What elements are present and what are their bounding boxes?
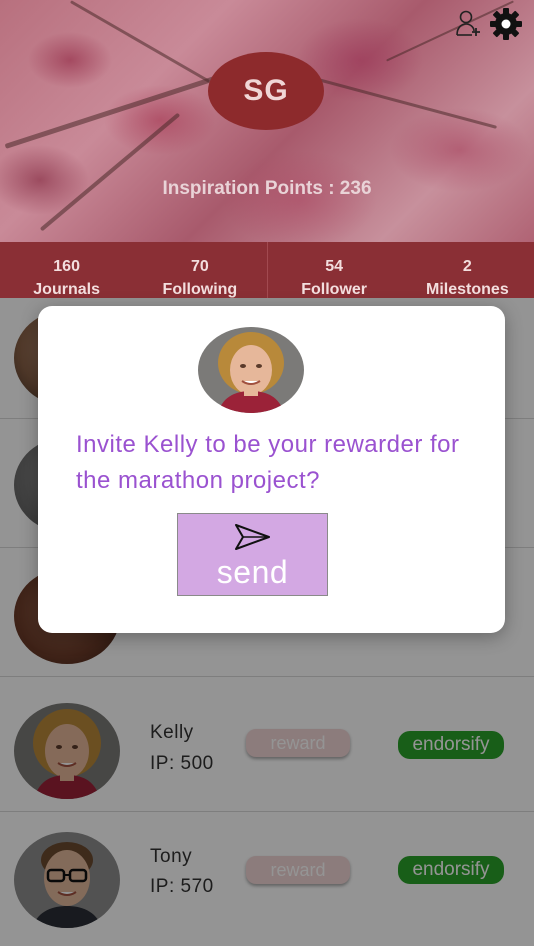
paper-plane-icon xyxy=(235,524,270,550)
stat-value: 70 xyxy=(190,258,209,275)
inspiration-points-label: Inspiration Points : 236 xyxy=(162,178,372,199)
stat-follower[interactable]: 54 Follower xyxy=(266,242,401,298)
invitee-avatar xyxy=(198,327,304,413)
invite-rewarder-dialog: Invite Kelly to be your rewarder for the… xyxy=(38,306,505,633)
stat-milestones[interactable]: 2 Milestones xyxy=(401,242,534,298)
stat-following[interactable]: 70 Following xyxy=(133,242,266,298)
invite-message: Invite Kelly to be your rewarder for the… xyxy=(76,431,460,494)
gear-icon[interactable] xyxy=(488,6,524,42)
stat-value: 54 xyxy=(325,258,344,275)
profile-avatar-initials[interactable]: SG xyxy=(208,52,324,130)
send-label: send xyxy=(216,554,289,590)
send-button[interactable]: send xyxy=(177,513,328,596)
stats-bar: 160 Journals 70 Following 54 Follower 2 … xyxy=(0,242,534,298)
stat-value: 160 xyxy=(53,258,80,275)
add-user-icon[interactable] xyxy=(454,8,484,38)
stat-journals[interactable]: 160 Journals xyxy=(0,242,133,298)
stat-value: 2 xyxy=(462,258,472,275)
